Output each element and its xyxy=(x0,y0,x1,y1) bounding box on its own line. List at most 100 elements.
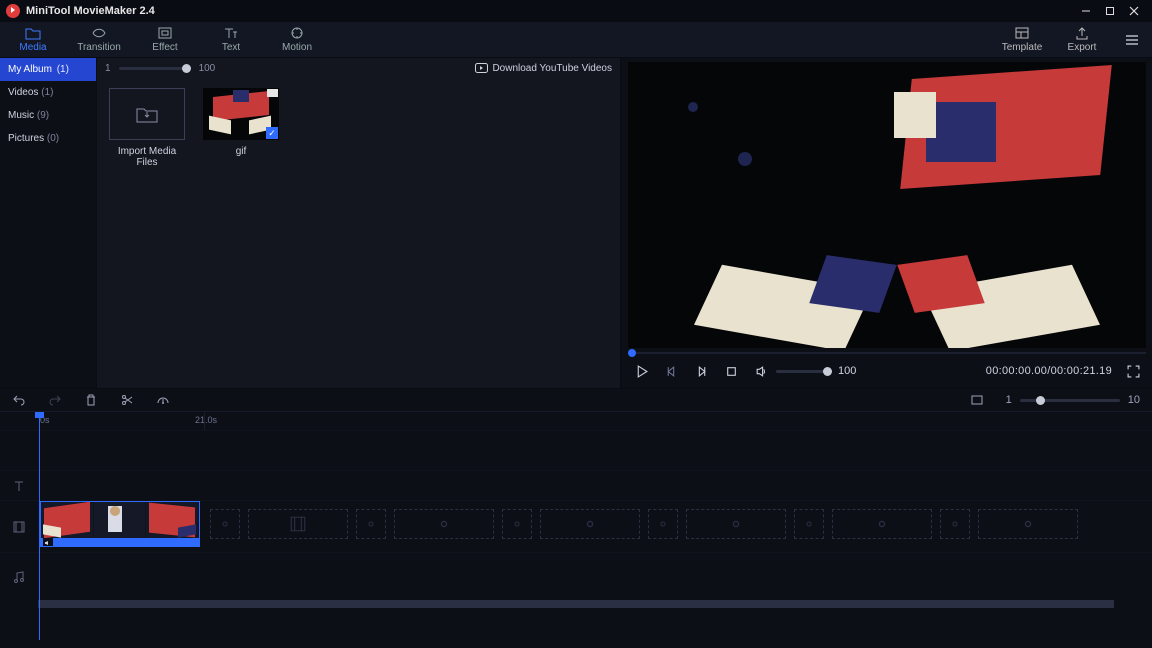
export-label: Export xyxy=(1068,42,1097,53)
thumb-zoom-max: 100 xyxy=(199,63,216,74)
effect-icon xyxy=(157,26,173,40)
tab-media[interactable]: Media xyxy=(0,22,66,57)
edit-toolbar: 1 10 xyxy=(0,388,1152,412)
tab-text[interactable]: Text xyxy=(198,22,264,57)
transition-slot[interactable] xyxy=(356,509,386,539)
time-current: 00:00:00.00 xyxy=(986,365,1047,377)
empty-video-slot[interactable] xyxy=(248,509,348,539)
transition-slot[interactable] xyxy=(210,509,240,539)
next-frame-button[interactable] xyxy=(692,362,710,380)
tab-text-label: Text xyxy=(222,42,240,53)
empty-video-slot[interactable] xyxy=(540,509,640,539)
timeline-zoom-min: 1 xyxy=(1006,394,1012,406)
preview-progress[interactable] xyxy=(628,352,1146,354)
timeline-zoom-slider[interactable] xyxy=(1020,399,1120,402)
scissors-icon xyxy=(120,393,134,407)
empty-video-slot[interactable] xyxy=(978,509,1078,539)
link-icon xyxy=(364,517,378,531)
transition-slot[interactable] xyxy=(648,509,678,539)
timecode: 00:00:00.00/00:00:21.19 xyxy=(986,365,1112,377)
timeline-clip[interactable] xyxy=(40,501,200,547)
fit-button[interactable] xyxy=(970,393,984,407)
video-track[interactable] xyxy=(0,500,1152,552)
clip-audio-icon xyxy=(43,538,53,547)
sidebar-item-pictures[interactable]: Pictures (0) xyxy=(0,127,96,150)
sidebar-item-count: (9) xyxy=(37,110,49,121)
audio-track[interactable] xyxy=(0,552,1152,600)
thumb-zoom-min: 1 xyxy=(105,63,111,74)
window-maximize-button[interactable] xyxy=(1098,0,1122,22)
youtube-icon xyxy=(475,63,488,73)
export-icon xyxy=(1074,26,1090,40)
preview-viewport[interactable] xyxy=(628,62,1146,348)
fit-icon xyxy=(970,393,984,407)
export-button[interactable]: Export xyxy=(1052,22,1112,57)
motion-icon xyxy=(289,26,305,40)
link-icon xyxy=(510,517,524,531)
timeline: 0s 21.0s xyxy=(0,412,1152,608)
undo-button[interactable] xyxy=(12,393,26,407)
spacer-track xyxy=(0,430,1152,470)
tab-effect[interactable]: Effect xyxy=(132,22,198,57)
media-clip-label: gif xyxy=(236,146,247,157)
prev-frame-button[interactable] xyxy=(662,362,680,380)
import-media-label: Import Media Files xyxy=(107,146,187,168)
sidebar-item-videos[interactable]: Videos (1) xyxy=(0,81,96,104)
timeline-scrollbar[interactable] xyxy=(38,600,1114,608)
text-track[interactable] xyxy=(0,470,1152,500)
play-button[interactable] xyxy=(632,362,650,380)
volume-slider[interactable] xyxy=(776,370,832,373)
import-folder-icon xyxy=(136,105,158,123)
sidebar-item-count: (0) xyxy=(47,133,59,144)
tab-transition[interactable]: Transition xyxy=(66,22,132,57)
window-close-button[interactable] xyxy=(1122,0,1146,22)
music-track-icon xyxy=(12,570,26,584)
transition-slot[interactable] xyxy=(502,509,532,539)
stop-button[interactable] xyxy=(722,362,740,380)
template-icon xyxy=(1014,26,1030,40)
sidebar-item-myalbum[interactable]: My Album (1) xyxy=(0,58,96,81)
transition-slot[interactable] xyxy=(940,509,970,539)
media-sidebar: My Album (1) Videos (1) Music (9) Pictur… xyxy=(0,58,96,388)
media-clip-gif[interactable]: ✓ gif xyxy=(201,88,281,157)
delete-button[interactable] xyxy=(84,393,98,407)
titlebar: MiniTool MovieMaker 2.4 xyxy=(0,0,1152,22)
redo-button[interactable] xyxy=(48,393,62,407)
template-button[interactable]: Template xyxy=(992,22,1052,57)
text-icon xyxy=(223,26,239,40)
speaker-icon xyxy=(755,365,768,378)
fullscreen-button[interactable] xyxy=(1124,362,1142,380)
sidebar-item-label: Music xyxy=(8,110,34,121)
sidebar-item-count: (1) xyxy=(57,64,69,75)
time-total: 00:00:21.19 xyxy=(1051,365,1112,377)
preview-panel: 100 00:00:00.00/00:00:21.19 xyxy=(622,58,1152,388)
empty-video-slot[interactable] xyxy=(686,509,786,539)
import-media-button[interactable]: Import Media Files xyxy=(107,88,187,168)
split-button[interactable] xyxy=(120,393,134,407)
link-icon xyxy=(727,515,745,533)
text-track-icon xyxy=(12,479,26,493)
empty-video-slot[interactable] xyxy=(832,509,932,539)
empty-video-slot[interactable] xyxy=(394,509,494,539)
sidebar-item-label: Pictures xyxy=(8,133,44,144)
thumb-zoom-slider[interactable] xyxy=(119,67,191,70)
fullscreen-icon xyxy=(1127,365,1140,378)
tab-motion-label: Motion xyxy=(282,42,312,53)
mute-button[interactable] xyxy=(752,362,770,380)
speed-button[interactable] xyxy=(156,393,170,407)
link-icon xyxy=(656,517,670,531)
timeline-ruler[interactable]: 0s 21.0s xyxy=(0,412,1152,430)
gauge-icon xyxy=(156,393,170,407)
template-label: Template xyxy=(1002,42,1043,53)
app-logo-icon xyxy=(6,4,20,18)
sidebar-item-count: (1) xyxy=(41,87,53,98)
tab-effect-label: Effect xyxy=(152,42,177,53)
download-youtube-button[interactable]: Download YouTube Videos xyxy=(475,63,612,74)
menu-button[interactable] xyxy=(1112,22,1152,57)
transition-slot[interactable] xyxy=(794,509,824,539)
tab-motion[interactable]: Motion xyxy=(264,22,330,57)
window-minimize-button[interactable] xyxy=(1074,0,1098,22)
link-icon xyxy=(948,517,962,531)
sidebar-item-music[interactable]: Music (9) xyxy=(0,104,96,127)
link-icon xyxy=(873,515,891,533)
